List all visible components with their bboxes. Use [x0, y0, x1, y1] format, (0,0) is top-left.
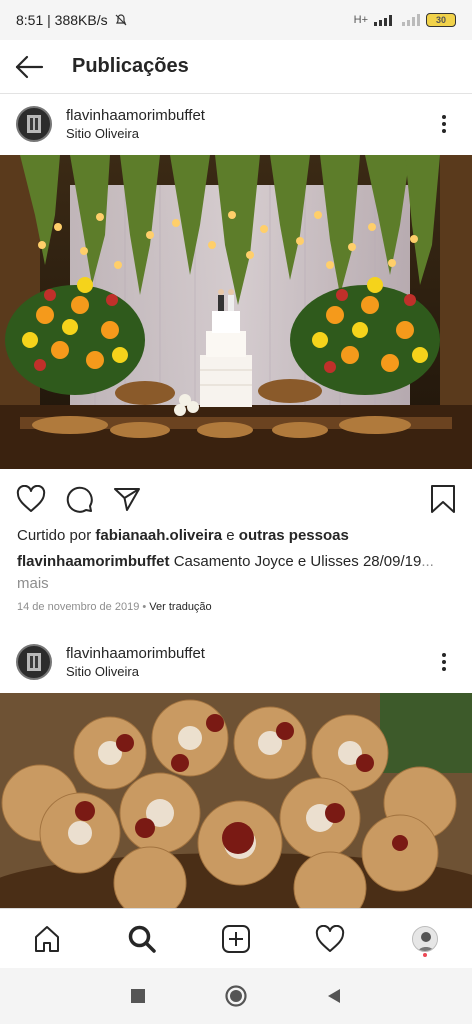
post-location[interactable]: Sitio Oliveira: [66, 126, 432, 141]
heart-icon[interactable]: [16, 485, 46, 513]
system-nav: [0, 968, 472, 1024]
caption-username[interactable]: flavinhaamorimbuffet: [17, 553, 170, 570]
search-icon: [128, 925, 156, 953]
avatar-logo-icon: [27, 115, 41, 133]
wedding-cake-table-photo: [0, 155, 472, 469]
dot-icon: [442, 129, 446, 133]
post-header: flavinhaamorimbuffet Sitio Oliveira: [0, 632, 472, 692]
user-block: flavinhaamorimbuffet Sitio Oliveira: [66, 107, 432, 141]
notification-dot: [422, 952, 427, 957]
translate-link[interactable]: Ver tradução: [149, 601, 211, 613]
liked-by-user[interactable]: fabianaah.oliveira: [95, 527, 222, 544]
caption-text: Casamento Joyce e Ulisses 28/09/19: [169, 553, 422, 570]
dot-icon: [442, 667, 446, 671]
nav-search[interactable]: [118, 915, 166, 963]
home-icon: [35, 925, 60, 952]
dot-icon: [442, 653, 446, 657]
profile-avatar: [411, 925, 438, 952]
post-actions: [0, 478, 472, 520]
post-photo[interactable]: [0, 155, 472, 469]
back-triangle-icon[interactable]: [325, 987, 343, 1005]
post-meta: 14 de novembro de 2019 • Ver tradução: [17, 601, 212, 613]
sweets-tray-photo: [0, 693, 472, 908]
dot-icon: [442, 115, 446, 119]
more-options-button[interactable]: [432, 115, 456, 133]
nav-activity[interactable]: [306, 915, 354, 963]
heart-icon: [316, 924, 345, 952]
likes-prefix: Curtido por: [17, 527, 96, 544]
nav-new-post[interactable]: [212, 915, 260, 963]
profile-avatar-image: [412, 926, 437, 951]
post-photo[interactable]: [0, 693, 472, 908]
status-right: H+ 30: [354, 13, 456, 27]
post-location[interactable]: Sitio Oliveira: [66, 664, 432, 679]
recent-apps-icon[interactable]: [129, 987, 147, 1005]
notifications-muted-icon: [115, 14, 127, 26]
likes-line[interactable]: Curtido por fabianaah.oliveira e outras …: [17, 527, 349, 544]
battery-icon: 30: [426, 13, 456, 27]
avatar[interactable]: [16, 106, 52, 142]
nav-profile[interactable]: [401, 915, 449, 963]
avatar-logo-icon: [27, 653, 41, 671]
bookmark-icon[interactable]: [430, 484, 456, 514]
nav-home[interactable]: [23, 915, 71, 963]
dot-icon: [442, 122, 446, 126]
add-post-icon: [221, 924, 250, 953]
app-header: Publicações: [0, 40, 472, 94]
back-button[interactable]: [0, 40, 58, 94]
post-caption: flavinhaamorimbuffet Casamento Joyce e U…: [17, 551, 457, 595]
comment-icon[interactable]: [64, 485, 94, 513]
bottom-nav: [0, 908, 472, 968]
more-options-button[interactable]: [432, 653, 456, 671]
likes-joiner: e: [222, 527, 239, 544]
post-username[interactable]: flavinhaamorimbuffet: [66, 645, 432, 662]
meta-separator: •: [139, 601, 150, 613]
post-header: flavinhaamorimbuffet Sitio Oliveira: [0, 94, 472, 154]
post-actions-left: [16, 485, 430, 513]
user-block: flavinhaamorimbuffet Sitio Oliveira: [66, 645, 432, 679]
status-bar: 8:51 | 388KB/s H+ 30: [0, 0, 472, 40]
status-left: 8:51 | 388KB/s: [16, 12, 354, 28]
dot-icon: [442, 660, 446, 664]
post-date: 14 de novembro de 2019: [17, 601, 140, 613]
post-username[interactable]: flavinhaamorimbuffet: [66, 107, 432, 124]
share-icon[interactable]: [112, 485, 142, 513]
signal-icon: [374, 15, 392, 26]
home-circle-icon[interactable]: [224, 984, 248, 1008]
avatar[interactable]: [16, 644, 52, 680]
page-title: Publicações: [72, 55, 189, 77]
arrow-left-icon: [15, 55, 44, 78]
liked-by-others[interactable]: outras pessoas: [239, 527, 349, 544]
signal-secondary-icon: [402, 14, 420, 26]
status-time: 8:51 | 388KB/s: [16, 12, 108, 28]
network-type: H+: [353, 14, 368, 26]
